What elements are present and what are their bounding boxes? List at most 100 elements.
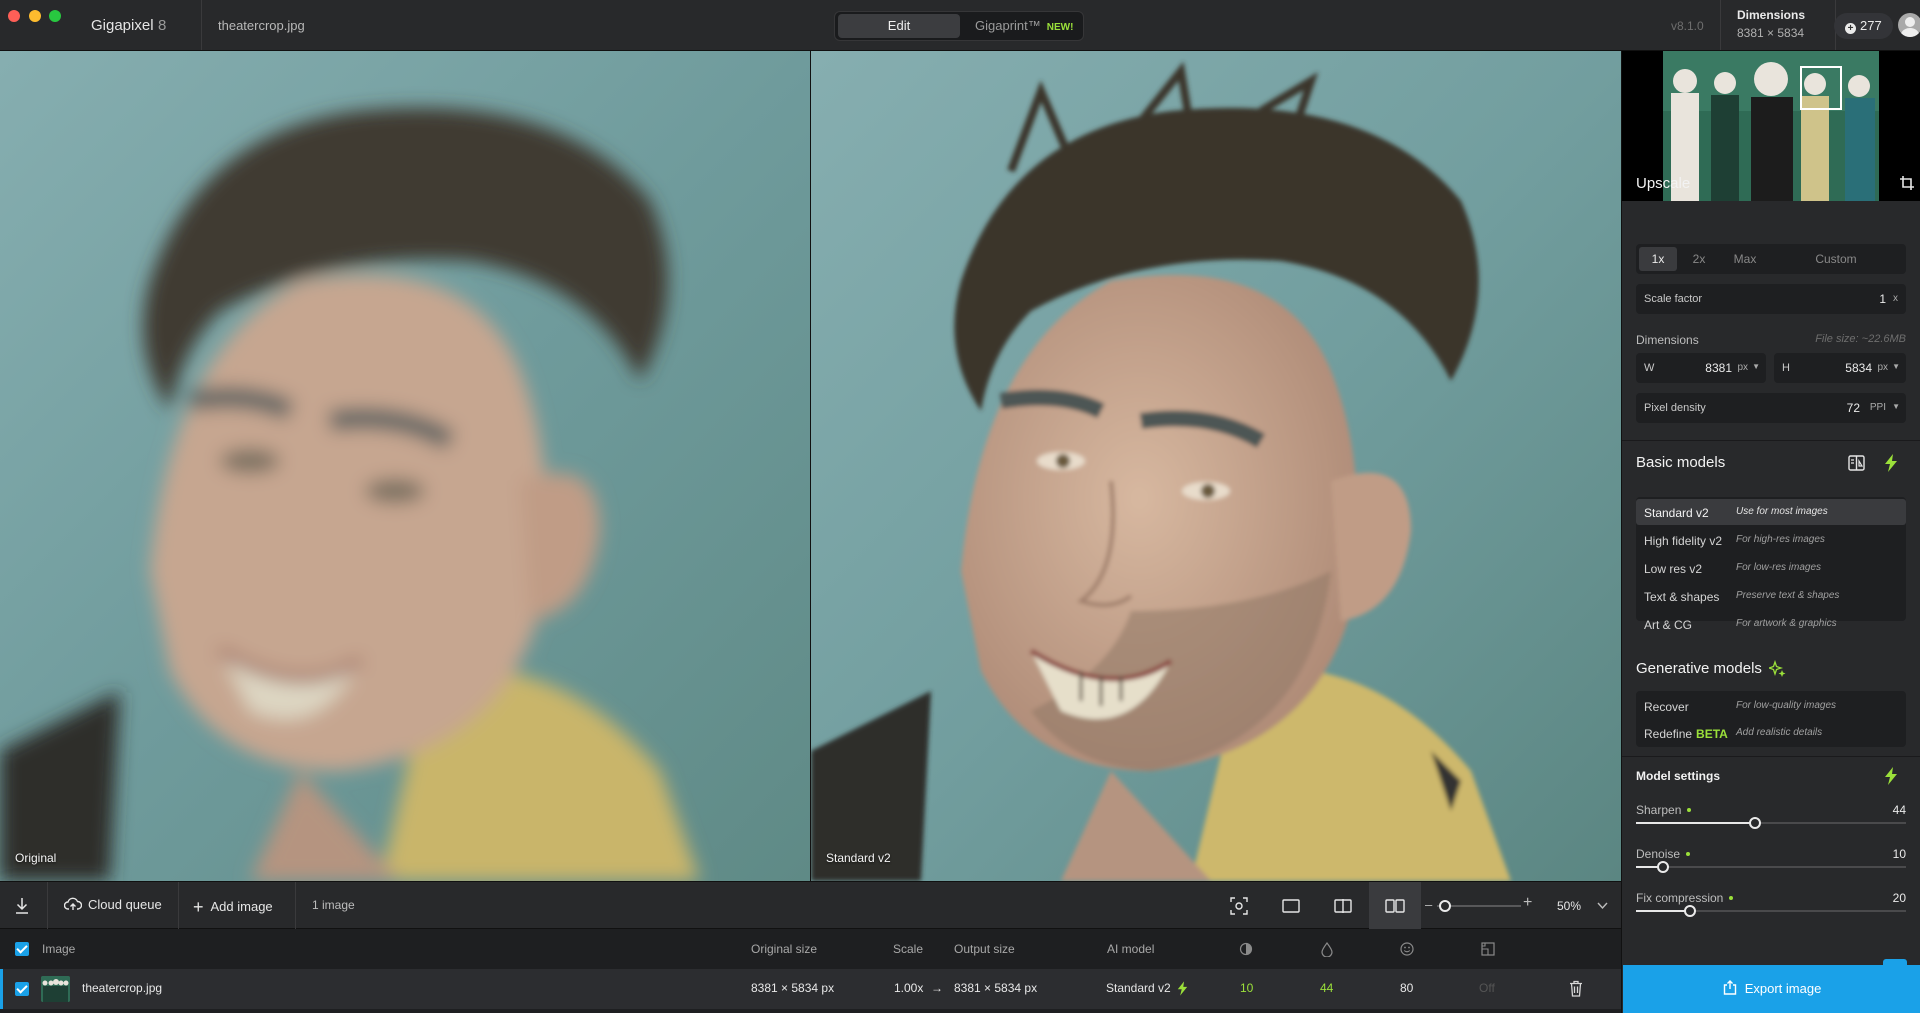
- single-view-button[interactable]: [1265, 882, 1317, 929]
- enhanced-portrait-image: [811, 51, 1621, 881]
- chevron-down-icon: ▼: [1892, 362, 1900, 371]
- crop-icon[interactable]: [1899, 175, 1915, 191]
- column-output-size[interactable]: Output size: [954, 942, 1015, 956]
- close-window-button[interactable]: [8, 10, 20, 22]
- model-desc: Add realistic details: [1736, 727, 1823, 738]
- scale-factor-field[interactable]: Scale factor 1 x: [1636, 284, 1906, 314]
- model-name: Art & CG: [1644, 618, 1693, 632]
- row-sharpen-value: 44: [1320, 981, 1334, 995]
- row-compression-value: Off: [1479, 981, 1495, 995]
- scale-1x-option[interactable]: 1x: [1639, 247, 1677, 271]
- export-image-button[interactable]: Export image: [1623, 965, 1920, 1013]
- model-recover[interactable]: Recover For low-quality images: [1636, 693, 1906, 719]
- image-table: Image Original size Scale Output size AI…: [0, 929, 1621, 1013]
- settings-panel: Upscale 1x 2x Max Custom Scale factor 1 …: [1621, 51, 1920, 1013]
- row-checkbox[interactable]: [15, 982, 29, 996]
- focus-view-button[interactable]: [1213, 882, 1265, 929]
- zoom-in-button[interactable]: +: [1523, 894, 1532, 912]
- zoom-out-button[interactable]: –: [1425, 897, 1432, 912]
- height-unit: px: [1877, 362, 1888, 373]
- column-scale[interactable]: Scale: [893, 942, 923, 956]
- denoise-value: 10: [1892, 847, 1906, 861]
- fix-compression-slider[interactable]: Fix compression 20: [1636, 891, 1906, 921]
- model-desc: Preserve text & shapes: [1736, 590, 1840, 601]
- split-view-button[interactable]: [1317, 882, 1369, 929]
- auto-indicator: [1687, 808, 1692, 812]
- model-redefine[interactable]: Redefine BETA Add realistic details: [1636, 720, 1906, 746]
- height-field[interactable]: H 5834 px ▼: [1774, 353, 1906, 383]
- dimensions-label: Dimensions: [1636, 333, 1699, 347]
- credits-button[interactable]: +277: [1834, 13, 1893, 39]
- original-image-viewer[interactable]: Original: [0, 51, 810, 881]
- lightning-icon[interactable]: [1884, 454, 1898, 472]
- width-label: W: [1644, 362, 1655, 374]
- dimensions-value: 8381 × 5834: [1737, 26, 1805, 40]
- new-badge: NEW!: [1046, 22, 1074, 33]
- height-value: 5834: [1845, 361, 1872, 375]
- row-ai-model[interactable]: Standard v2: [1106, 981, 1171, 995]
- split-view-icon: [1334, 899, 1352, 913]
- model-desc: For artwork & graphics: [1736, 618, 1837, 629]
- pixel-density-field[interactable]: Pixel density 72 PPI ▼: [1636, 393, 1906, 423]
- avatar[interactable]: [1898, 13, 1920, 37]
- table-row[interactable]: theatercrop.jpg 8381 × 5834 px 1.00x → 8…: [0, 969, 1621, 1009]
- beta-badge: BETA: [1696, 727, 1728, 741]
- zoom-level[interactable]: 50%: [1557, 899, 1581, 913]
- cloud-queue-button[interactable]: Cloud queue: [63, 897, 162, 912]
- sharpen-slider[interactable]: Sharpen 44: [1636, 803, 1906, 833]
- pixel-density-unit: PPI: [1869, 402, 1886, 413]
- scale-max-option[interactable]: Max: [1722, 247, 1768, 271]
- mode-edit-tab[interactable]: Edit: [838, 14, 960, 38]
- trash-icon[interactable]: [1569, 980, 1583, 997]
- select-all-checkbox[interactable]: [15, 942, 29, 956]
- download-icon[interactable]: [14, 897, 30, 915]
- sharpen-value: 44: [1892, 803, 1906, 817]
- section-divider: [1622, 756, 1920, 757]
- enhanced-image-viewer[interactable]: Standard v2: [811, 51, 1621, 881]
- scale-custom-option[interactable]: Custom: [1776, 247, 1896, 271]
- column-ai-model[interactable]: AI model: [1107, 942, 1154, 956]
- model-name: High fidelity v2: [1644, 534, 1723, 548]
- side-by-side-icon: [1385, 899, 1405, 913]
- slider-knob[interactable]: [1657, 861, 1669, 873]
- column-original-size[interactable]: Original size: [751, 942, 817, 956]
- slider-knob[interactable]: [1749, 817, 1761, 829]
- column-image[interactable]: Image: [42, 942, 75, 956]
- model-settings-title: Model settings: [1636, 769, 1721, 783]
- mode-gigaprint-tab[interactable]: Gigaprint™ NEW!: [975, 14, 1073, 38]
- row-scale: 1.00x: [894, 981, 924, 995]
- lightning-icon: [1177, 981, 1188, 996]
- auto-indicator: [1686, 852, 1691, 856]
- model-low-res-v2[interactable]: Low res v2 For low-res images: [1636, 555, 1906, 581]
- lightning-icon[interactable]: [1884, 767, 1898, 785]
- file-size: File size: ~22.6MB: [1815, 333, 1906, 345]
- model-name: Standard v2: [1644, 506, 1709, 520]
- mode-gigaprint-label: Gigaprint™: [975, 18, 1041, 33]
- scale-2x-option[interactable]: 2x: [1680, 247, 1718, 271]
- model-art-cg[interactable]: Art & CG For artwork & graphics: [1636, 611, 1906, 637]
- model-standard-v2[interactable]: Standard v2 Use for most images: [1636, 499, 1906, 525]
- generative-models-title: Generative models: [1636, 660, 1762, 677]
- model-desc: Use for most images: [1736, 506, 1828, 517]
- denoise-slider[interactable]: Denoise 10: [1636, 847, 1906, 877]
- model-text-shapes[interactable]: Text & shapes Preserve text & shapes: [1636, 583, 1906, 609]
- minimize-window-button[interactable]: [29, 10, 41, 22]
- compression-column-icon: [1481, 942, 1495, 956]
- model-high-fidelity-v2[interactable]: High fidelity v2 For high-res images: [1636, 527, 1906, 553]
- maximize-window-button[interactable]: [49, 10, 61, 22]
- zoom-slider-knob[interactable]: [1439, 900, 1451, 912]
- model-desc: For high-res images: [1736, 534, 1825, 545]
- compare-models-icon[interactable]: [1848, 455, 1865, 471]
- row-original-size: 8381 × 5834 px: [751, 981, 835, 995]
- pixel-density-label: Pixel density: [1644, 402, 1706, 414]
- app-name: Gigapixel: [91, 17, 154, 34]
- version-label: v8.1.0: [1671, 19, 1704, 33]
- export-icon: [1723, 980, 1736, 995]
- model-name: Text & shapes: [1644, 590, 1720, 604]
- add-image-button[interactable]: + Add image: [193, 897, 273, 918]
- width-field[interactable]: W 8381 px ▼: [1636, 353, 1766, 383]
- chevron-down-icon[interactable]: [1597, 902, 1608, 910]
- slider-knob[interactable]: [1684, 905, 1696, 917]
- scale-factor-value: 1: [1879, 292, 1886, 306]
- side-by-side-view-button[interactable]: [1369, 882, 1421, 929]
